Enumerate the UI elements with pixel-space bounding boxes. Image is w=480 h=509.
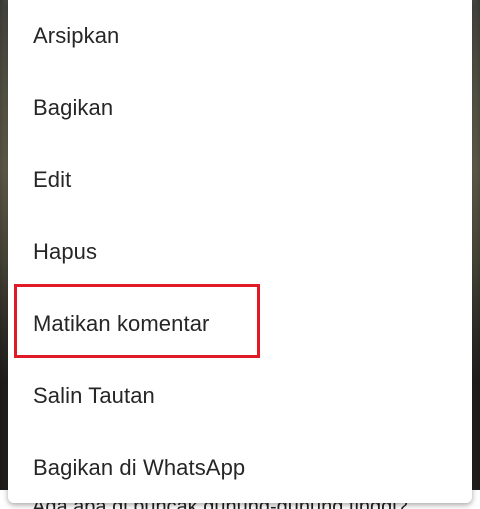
menu-item-archive[interactable]: Arsipkan [8,0,472,72]
menu-item-share[interactable]: Bagikan [8,72,472,144]
menu-item-label: Hapus [33,239,98,264]
options-menu: Arsipkan Bagikan Edit Hapus Matikan kome… [8,0,472,503]
menu-item-label: Arsipkan [33,23,120,48]
menu-item-label: Matikan komentar [33,311,210,336]
menu-item-label: Bagikan di WhatsApp [33,455,246,480]
menu-item-label: Bagikan [33,95,114,120]
menu-item-share-whatsapp[interactable]: Bagikan di WhatsApp [8,432,472,503]
menu-item-copy-link[interactable]: Salin Tautan [8,360,472,432]
menu-item-edit[interactable]: Edit [8,144,472,216]
menu-item-label: Edit [33,167,72,192]
menu-item-label: Salin Tautan [33,383,155,408]
menu-item-delete[interactable]: Hapus [8,216,472,288]
menu-item-turn-off-comments[interactable]: Matikan komentar [8,288,472,360]
